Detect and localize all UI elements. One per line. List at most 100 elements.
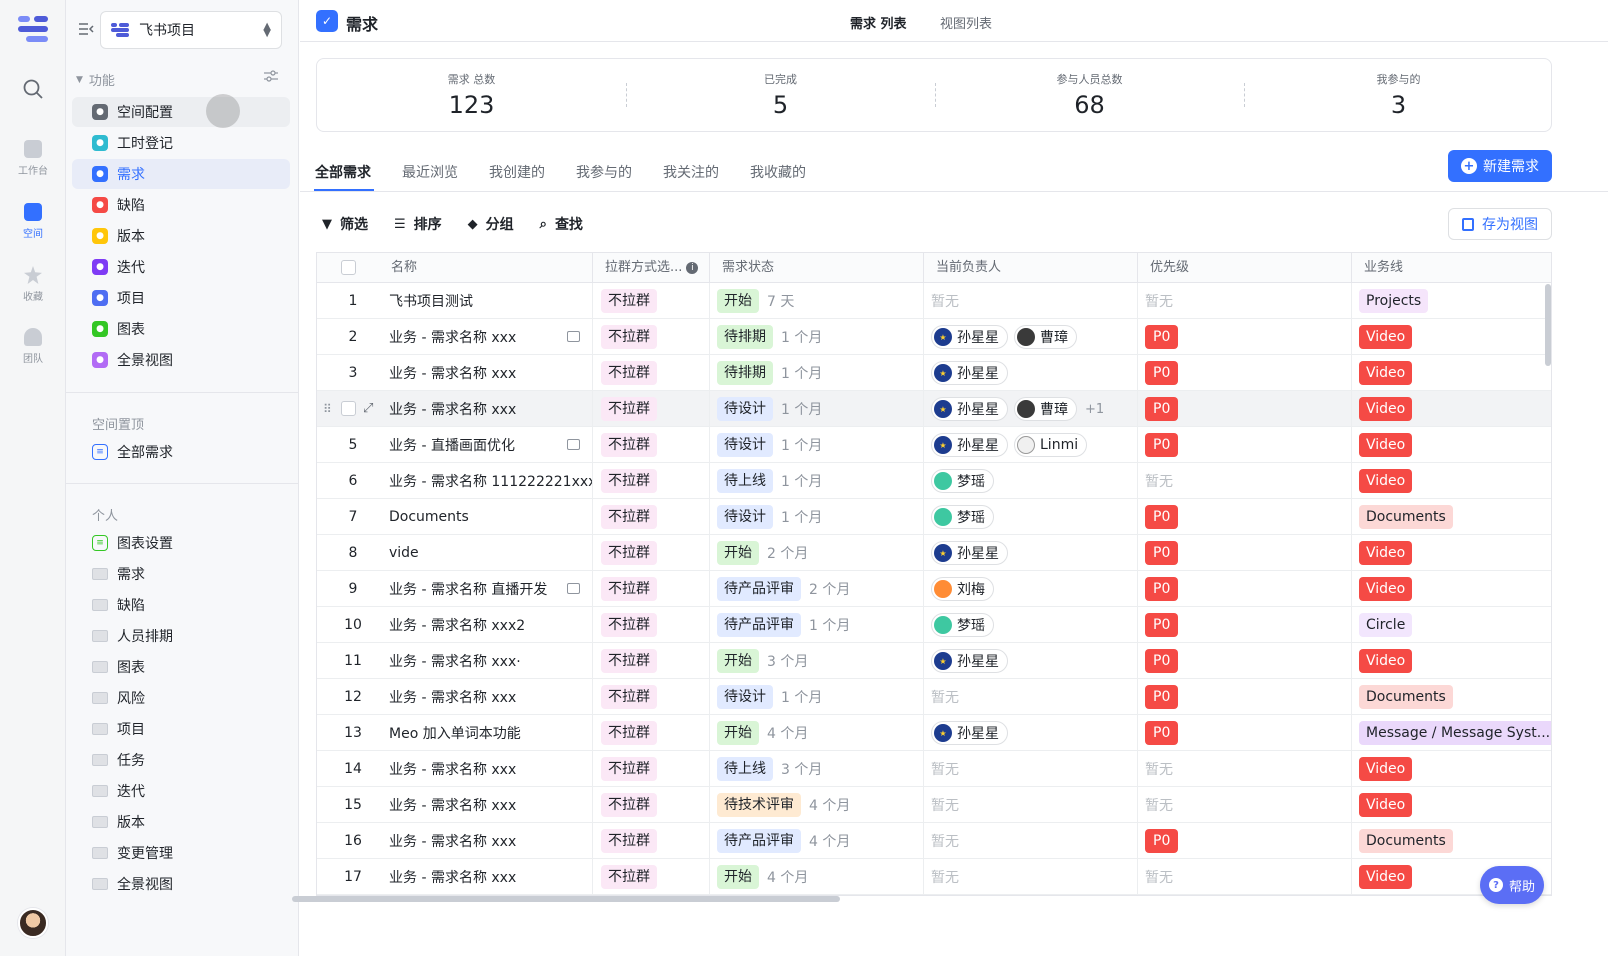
requirement-name[interactable]: 业务 - 需求名称 直播开发 — [387, 579, 547, 599]
name-cell[interactable]: 业务 - 需求名称 直播开发 — [387, 571, 593, 607]
owner-chip[interactable]: 曹璋 — [1014, 325, 1077, 349]
project-selector[interactable]: 飞书项目 ▲ ▼ — [100, 11, 282, 49]
group-method-cell[interactable]: 不拉群 — [593, 427, 710, 463]
priority-cell[interactable]: 暂无 — [1138, 463, 1352, 499]
table-row[interactable]: 17 业务 - 需求名称 xxx 不拉群 开始 4 个月 暂无 暂无 Video — [317, 859, 1551, 895]
rail-favorites[interactable]: 收藏 — [0, 266, 66, 303]
priority-cell[interactable]: 暂无 — [1138, 283, 1352, 319]
rail-workbench[interactable]: 工作台 — [0, 140, 66, 177]
tab-created[interactable]: 我创建的 — [489, 162, 545, 182]
find-button[interactable]: ⌕ 查找 — [540, 212, 583, 236]
sidebar-item-feature[interactable]: ● 需求 — [72, 159, 290, 189]
sidebar-item-personal[interactable]: 风险 — [72, 683, 290, 713]
status-cell[interactable]: 待上线 1 个月 — [710, 463, 924, 499]
filter-settings-icon[interactable] — [264, 70, 280, 84]
sidebar-item-feature[interactable]: ● 迭代 — [72, 252, 290, 282]
status-cell[interactable]: 待产品评审 4 个月 — [710, 823, 924, 859]
horizontal-scrollbar[interactable] — [292, 896, 840, 902]
sidebar-item-personal[interactable]: 图表 — [72, 652, 290, 682]
business-line-cell[interactable]: Circle — [1352, 607, 1551, 643]
status-cell[interactable]: 待设计 1 个月 — [710, 427, 924, 463]
comment-icon[interactable] — [567, 439, 580, 450]
sidebar-item-feature[interactable]: ● 版本 — [72, 221, 290, 251]
table-row[interactable]: ⠿ ⤢ 业务 - 需求名称 xxx 不拉群 待设计 1 个月 ★ 孙星星 曹璋 +1 P0 Video — [317, 391, 1551, 427]
name-cell[interactable]: 业务 - 直播画面优化 — [387, 427, 593, 463]
table-row[interactable]: 11 业务 - 需求名称 xxx· 不拉群 开始 3 个月 ★ 孙星星 P0 Video — [317, 643, 1551, 679]
name-cell[interactable]: 飞书项目测试 — [387, 283, 593, 319]
group-method-cell[interactable]: 不拉群 — [593, 463, 710, 499]
name-cell[interactable]: 业务 - 需求名称 xxx2 — [387, 607, 593, 643]
owner-cell[interactable]: 梦瑶 — [924, 607, 1138, 643]
section-features-header[interactable]: ▼ 功能 — [76, 70, 115, 89]
comment-icon[interactable] — [567, 331, 580, 342]
table-row[interactable]: 12 业务 - 需求名称 xxx 不拉群 待设计 1 个月 暂无 P0 Documents — [317, 679, 1551, 715]
owner-cell[interactable]: 梦瑶 — [924, 499, 1138, 535]
table-row[interactable]: 3 业务 - 需求名称 xxx 不拉群 待排期 1 个月 ★ 孙星星 P0 Video — [317, 355, 1551, 391]
owner-cell[interactable]: 暂无 — [924, 283, 1138, 319]
group-method-cell[interactable]: 不拉群 — [593, 643, 710, 679]
tab-requirement-list[interactable]: 需求 列表 — [850, 13, 907, 32]
requirement-name[interactable]: Meo 加入单词本功能 — [387, 723, 521, 743]
name-cell[interactable]: Documents — [387, 499, 593, 535]
expand-icon[interactable]: ⤢ — [363, 401, 373, 416]
owner-cell[interactable]: ★ 孙星星 — [924, 643, 1138, 679]
group-method-cell[interactable]: 不拉群 — [593, 283, 710, 319]
group-method-cell[interactable]: 不拉群 — [593, 499, 710, 535]
requirement-name[interactable]: 业务 - 需求名称 xxx — [387, 867, 516, 887]
business-line-cell[interactable]: Video — [1352, 751, 1551, 787]
status-cell[interactable]: 开始 2 个月 — [710, 535, 924, 571]
status-cell[interactable]: 待产品评审 1 个月 — [710, 607, 924, 643]
owner-chip[interactable]: 曹璋 — [1014, 397, 1077, 421]
priority-cell[interactable]: P0 — [1138, 391, 1352, 427]
requirement-name[interactable]: 业务 - 需求名称 xxx — [387, 831, 516, 851]
sidebar-item-personal[interactable]: 全景视图 — [72, 869, 290, 899]
owner-cell[interactable]: 暂无 — [924, 823, 1138, 859]
sidebar-item-personal[interactable]: ≡ 图表设置 — [72, 528, 290, 558]
col-group-method[interactable]: 拉群方式选... i — [593, 253, 710, 283]
tab-view-list[interactable]: 视图列表 — [940, 13, 992, 32]
business-line-cell[interactable]: Video — [1352, 463, 1551, 499]
status-cell[interactable]: 待上线 3 个月 — [710, 751, 924, 787]
sidebar-item-personal[interactable]: 项目 — [72, 714, 290, 744]
business-line-cell[interactable]: Video — [1352, 427, 1551, 463]
business-line-cell[interactable]: Documents — [1352, 823, 1551, 859]
status-cell[interactable]: 开始 4 个月 — [710, 715, 924, 751]
sidebar-item-feature[interactable]: ● 图表 — [72, 314, 290, 344]
search-icon[interactable] — [22, 78, 44, 100]
table-row[interactable]: 7 Documents 不拉群 待设计 1 个月 梦瑶 P0 Documents — [317, 499, 1551, 535]
col-name[interactable]: 名称 — [379, 253, 593, 283]
info-icon[interactable]: i — [686, 261, 699, 274]
row-checkbox[interactable] — [341, 401, 356, 416]
name-cell[interactable]: 业务 - 需求名称 xxx — [387, 787, 593, 823]
requirement-name[interactable]: 业务 - 直播画面优化 — [387, 435, 515, 455]
priority-cell[interactable]: P0 — [1138, 571, 1352, 607]
group-button[interactable]: ◆ 分组 — [468, 212, 514, 236]
business-line-cell[interactable]: Documents — [1352, 679, 1551, 715]
requirement-name[interactable]: 飞书项目测试 — [387, 291, 473, 311]
priority-cell[interactable]: P0 — [1138, 643, 1352, 679]
status-cell[interactable]: 待排期 1 个月 — [710, 319, 924, 355]
group-method-cell[interactable]: 不拉群 — [593, 715, 710, 751]
owner-chip[interactable]: ★ 孙星星 — [931, 649, 1008, 673]
owner-cell[interactable]: 暂无 — [924, 859, 1138, 895]
name-cell[interactable]: Meo 加入单词本功能 — [387, 715, 593, 751]
owner-chip[interactable]: ★ 孙星星 — [931, 325, 1008, 349]
more-owners-count[interactable]: +1 — [1085, 402, 1104, 417]
priority-cell[interactable]: 暂无 — [1138, 751, 1352, 787]
group-method-cell[interactable]: 不拉群 — [593, 787, 710, 823]
business-line-cell[interactable]: Video — [1352, 319, 1551, 355]
requirement-name[interactable]: vide — [387, 545, 419, 561]
status-cell[interactable]: 开始 3 个月 — [710, 643, 924, 679]
group-method-cell[interactable]: 不拉群 — [593, 355, 710, 391]
col-status[interactable]: 需求状态 — [710, 253, 924, 283]
sidebar-item-all-requirements[interactable]: ≡ 全部需求 — [72, 437, 290, 467]
sidebar-item-personal[interactable]: 变更管理 — [72, 838, 290, 868]
business-line-cell[interactable]: Projects — [1352, 283, 1551, 319]
sidebar-item-personal[interactable]: 版本 — [72, 807, 290, 837]
owner-cell[interactable]: 暂无 — [924, 751, 1138, 787]
sidebar-item-personal[interactable]: 需求 — [72, 559, 290, 589]
owner-cell[interactable]: 梦瑶 — [924, 463, 1138, 499]
group-method-cell[interactable]: 不拉群 — [593, 679, 710, 715]
owner-chip[interactable]: ★ 孙星星 — [931, 397, 1008, 421]
name-cell[interactable]: 业务 - 需求名称 111222221xxx — [387, 463, 593, 499]
